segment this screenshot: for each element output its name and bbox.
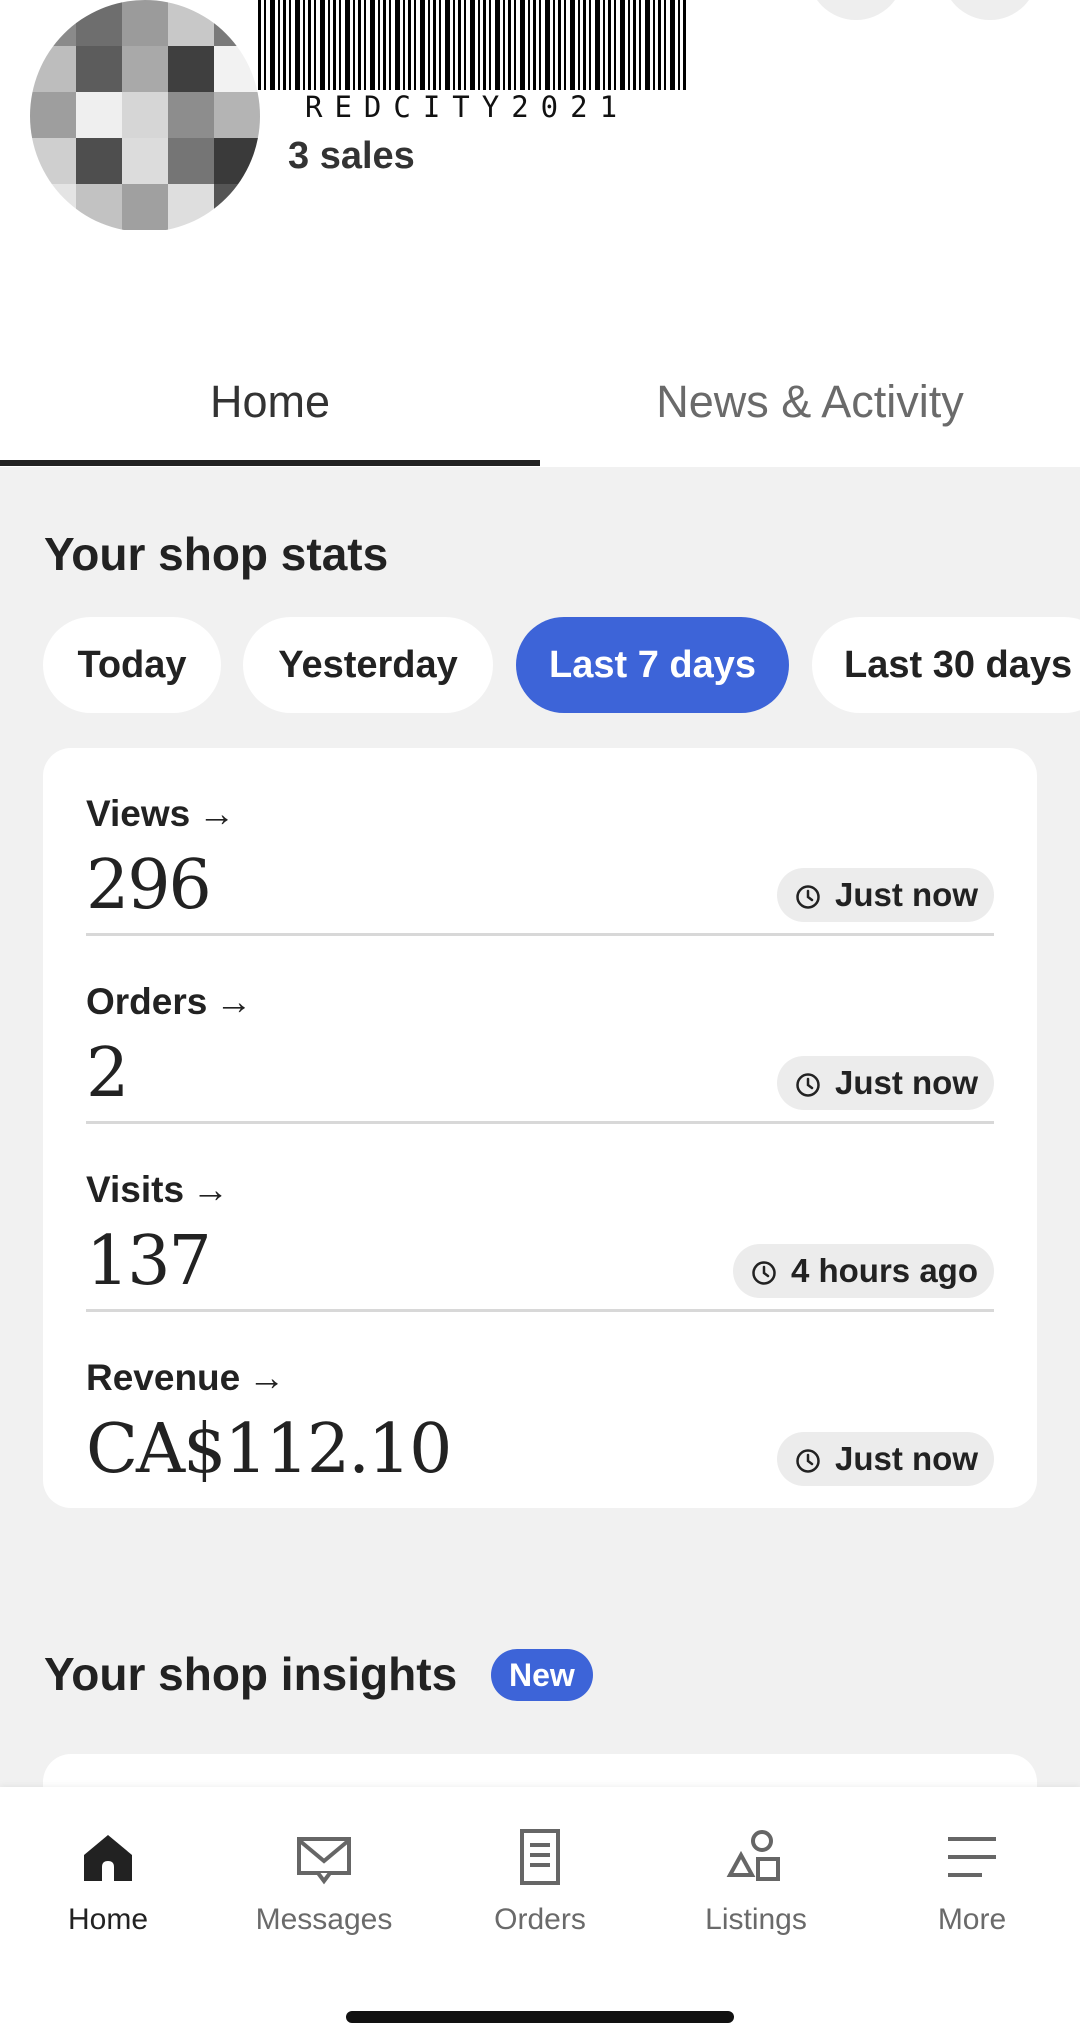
updated-badge: 4 hours ago [732,1244,994,1298]
menu-icon [948,1837,996,1877]
nav-label: Listings [705,1903,807,1936]
nav-more[interactable]: More [872,1827,1072,1937]
stat-label-text: Views [86,793,191,834]
stat-label-revenue[interactable]: Revenue → [86,1357,285,1399]
clock-icon [796,885,820,909]
home-indicator [346,2011,734,2023]
nav-label: Orders [494,1903,586,1936]
bottom-nav-bar: Home Messages Orders Listings More [0,1787,1080,2043]
nav-label: Home [67,1903,149,1936]
stat-row-views[interactable]: Views → 296 Just now [86,748,994,936]
insights-card[interactable] [43,1754,1037,1787]
updated-badge: Just now [776,868,994,922]
nav-label: More [937,1903,1007,1936]
header-action-button[interactable] [808,0,904,20]
range-chip-last-7-days[interactable]: Last 7 days [516,617,789,713]
arrow-right-icon: → [215,981,253,1022]
header-action-button[interactable] [942,0,1038,20]
stat-label-views[interactable]: Views → [86,793,235,835]
nav-label: Messages [255,1903,393,1936]
shop-code-text: REDCITY2021 [305,90,630,124]
updated-text: Just now [834,876,978,913]
stat-value-visits: 137 [86,1222,212,1301]
clock-icon [752,1261,776,1285]
nav-listings[interactable]: Listings [656,1827,856,1937]
tab-bar: Home News & Activity [0,362,1080,467]
clock-icon [796,1449,820,1473]
new-badge: New [491,1649,593,1701]
tab-home[interactable]: Home [0,362,540,464]
shapes-icon [726,1830,780,1881]
stats-card: Views → 296 Just now Orders → 2 Just now V… [43,748,1037,1508]
nav-home[interactable]: Home [8,1827,208,1937]
receipt-icon [520,1829,560,1885]
updated-text: Just now [834,1064,978,1101]
stat-label-visits[interactable]: Visits → [86,1169,229,1211]
active-tab-indicator [0,460,540,466]
shop-header: REDCITY2021 3 sales Home News & Activity [0,0,1080,467]
arrow-right-icon: → [198,793,236,834]
range-chip-yesterday[interactable]: Yesterday [243,617,493,713]
tab-news-activity[interactable]: News & Activity [540,362,1080,464]
updated-text: Just now [834,1440,978,1477]
nav-messages[interactable]: Messages [224,1827,424,1937]
stat-row-orders[interactable]: Orders → 2 Just now [86,936,994,1124]
insights-section-title: Your shop insights [44,1648,458,1700]
updated-badge: Just now [776,1056,994,1110]
barcode-image [258,0,688,90]
clock-icon [796,1073,820,1097]
stat-value-orders: 2 [86,1034,129,1113]
shop-avatar[interactable] [30,0,260,232]
stat-label-text: Revenue [86,1357,241,1398]
envelope-icon [297,1837,351,1885]
stat-label-orders[interactable]: Orders → [86,981,252,1023]
stat-row-revenue[interactable]: Revenue → CA$112.10 Just now [86,1312,994,1500]
arrow-right-icon: → [192,1169,230,1210]
sales-count[interactable]: 3 sales [288,135,415,178]
stat-row-visits[interactable]: Visits → 137 4 hours ago [86,1124,994,1312]
nav-orders[interactable]: Orders [440,1827,640,1937]
arrow-right-icon: → [248,1357,286,1398]
range-chip-last-30-days[interactable]: Last 30 days [812,617,1080,713]
range-chip-today[interactable]: Today [43,617,221,713]
stat-value-views: 296 [86,846,212,925]
stat-label-text: Visits [86,1169,185,1210]
stat-label-text: Orders [86,981,208,1022]
stat-value-revenue: CA$112.10 [86,1410,452,1489]
stats-section-title: Your shop stats [44,528,389,580]
home-icon [84,1835,132,1881]
updated-badge: Just now [776,1432,994,1486]
home-content[interactable]: Your shop stats Today Yesterday Last 7 d… [0,467,1080,1787]
updated-text: 4 hours ago [790,1252,978,1289]
